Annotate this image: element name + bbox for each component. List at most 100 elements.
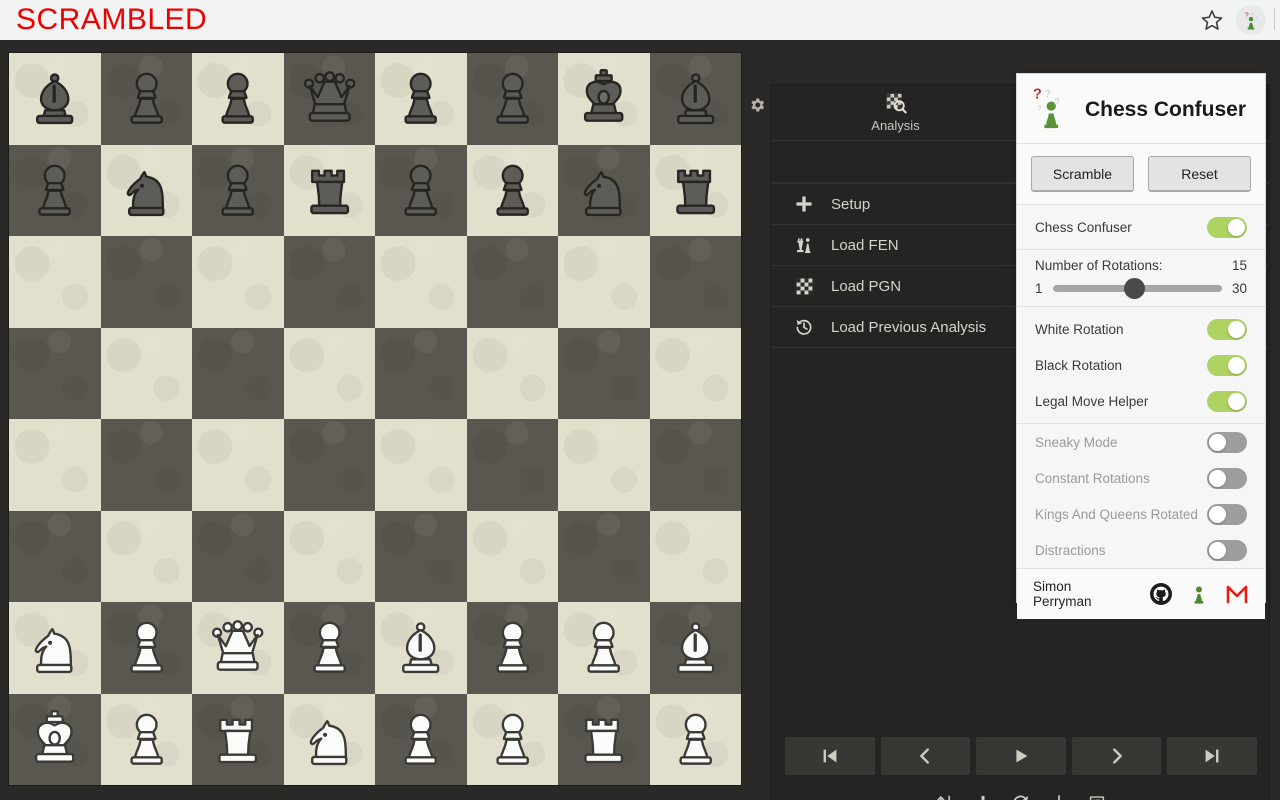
board-square-white-queen[interactable] <box>192 602 284 694</box>
option-label: Distractions <box>1035 542 1106 558</box>
toggle-distractions[interactable] <box>1207 539 1247 561</box>
board-square-empty[interactable] <box>283 236 375 328</box>
board-square-empty[interactable] <box>466 510 558 602</box>
board-square-empty[interactable] <box>283 419 375 511</box>
board-square-black-bishop[interactable] <box>649 53 741 145</box>
tab-analysis[interactable]: Analysis <box>771 85 1020 141</box>
chess-board[interactable] <box>8 52 742 786</box>
board-square-white-knight[interactable] <box>283 693 375 785</box>
board-square-white-rook[interactable] <box>192 693 284 785</box>
board-square-empty[interactable] <box>558 327 650 419</box>
screen: SCRAMBLED ? ? ? Analysis Setup Load FEN … <box>0 0 1280 800</box>
chess-pawn-icon[interactable] <box>1187 582 1211 606</box>
toggle-sneaky-mode[interactable] <box>1207 431 1247 453</box>
board-square-empty[interactable] <box>283 510 375 602</box>
board-square-black-pawn[interactable] <box>375 53 467 145</box>
board-square-empty[interactable] <box>375 327 467 419</box>
board-square-white-knight[interactable] <box>9 602 101 694</box>
board-square-black-pawn[interactable] <box>100 53 192 145</box>
board-square-empty[interactable] <box>649 236 741 328</box>
board-square-black-pawn[interactable] <box>192 53 284 145</box>
play-button[interactable] <box>976 737 1066 775</box>
board-square-white-pawn[interactable] <box>558 602 650 694</box>
board-square-empty[interactable] <box>100 327 192 419</box>
board-square-white-bishop[interactable] <box>649 602 741 694</box>
computer-vs-icon[interactable]: VS <box>1087 793 1107 800</box>
star-icon[interactable] <box>1200 8 1224 32</box>
board-square-black-pawn[interactable] <box>192 144 284 236</box>
board-square-empty[interactable] <box>9 327 101 419</box>
board-square-black-rook[interactable] <box>649 144 741 236</box>
board-square-black-pawn[interactable] <box>466 144 558 236</box>
last-move-button[interactable] <box>1167 737 1257 775</box>
toggle-black-rotation[interactable] <box>1207 354 1247 376</box>
toggle-white-rotation[interactable] <box>1207 318 1247 340</box>
swap-arrows-icon[interactable] <box>935 793 955 800</box>
extension-toolbar-button[interactable]: ? ? ? <box>1236 5 1266 35</box>
board-square-black-pawn[interactable] <box>9 144 101 236</box>
board-square-white-pawn[interactable] <box>100 602 192 694</box>
board-square-empty[interactable] <box>100 419 192 511</box>
board-square-white-king[interactable] <box>9 693 101 785</box>
board-square-white-pawn[interactable] <box>466 693 558 785</box>
board-square-white-pawn[interactable] <box>283 602 375 694</box>
board-square-empty[interactable] <box>649 419 741 511</box>
first-move-button[interactable] <box>785 737 875 775</box>
board-square-empty[interactable] <box>192 236 284 328</box>
toggle-kings-and-queens-rotated[interactable] <box>1207 503 1247 525</box>
board-square-empty[interactable] <box>192 327 284 419</box>
board-square-empty[interactable] <box>649 327 741 419</box>
board-square-black-pawn[interactable] <box>466 53 558 145</box>
board-square-white-pawn[interactable] <box>649 693 741 785</box>
plus-icon[interactable] <box>973 793 993 800</box>
board-square-empty[interactable] <box>375 236 467 328</box>
board-grid[interactable] <box>8 52 742 786</box>
option-row-white-rotation: White Rotation <box>1017 311 1265 347</box>
previous-move-button[interactable] <box>880 737 971 775</box>
board-square-empty[interactable] <box>192 419 284 511</box>
board-square-empty[interactable] <box>558 510 650 602</box>
board-square-white-pawn[interactable] <box>375 693 467 785</box>
slider-thumb[interactable] <box>1123 278 1145 299</box>
board-square-empty[interactable] <box>466 419 558 511</box>
board-square-white-pawn[interactable] <box>466 602 558 694</box>
board-square-black-knight[interactable] <box>558 144 650 236</box>
board-square-empty[interactable] <box>283 327 375 419</box>
board-square-black-king[interactable] <box>558 53 650 145</box>
download-icon[interactable] <box>1049 793 1069 800</box>
board-square-black-bishop[interactable] <box>9 53 101 145</box>
rotations-slider[interactable] <box>1052 278 1222 299</box>
github-icon[interactable] <box>1149 582 1173 606</box>
board-square-empty[interactable] <box>649 510 741 602</box>
option-label: Constant Rotations <box>1035 470 1150 486</box>
board-square-empty[interactable] <box>100 236 192 328</box>
toggle-constant-rotations[interactable] <box>1207 467 1247 489</box>
board-square-white-rook[interactable] <box>558 693 650 785</box>
board-square-empty[interactable] <box>9 236 101 328</box>
board-square-empty[interactable] <box>9 510 101 602</box>
board-square-black-queen[interactable] <box>283 53 375 145</box>
reset-button[interactable]: Reset <box>1148 156 1251 192</box>
board-square-black-knight[interactable] <box>100 144 192 236</box>
board-square-empty[interactable] <box>558 419 650 511</box>
toggle-legal-move-helper[interactable] <box>1207 390 1247 412</box>
board-square-empty[interactable] <box>466 327 558 419</box>
board-square-empty[interactable] <box>9 419 101 511</box>
gear-icon[interactable] <box>748 96 766 114</box>
board-square-black-pawn[interactable] <box>375 144 467 236</box>
refresh-icon[interactable] <box>1011 793 1031 800</box>
gmail-icon[interactable] <box>1225 582 1249 606</box>
board-square-empty[interactable] <box>558 236 650 328</box>
next-move-button[interactable] <box>1071 737 1162 775</box>
board-square-black-rook[interactable] <box>283 144 375 236</box>
board-square-white-bishop[interactable] <box>375 602 467 694</box>
board-square-empty[interactable] <box>375 419 467 511</box>
scramble-button[interactable]: Scramble <box>1031 156 1134 192</box>
board-square-empty[interactable] <box>100 510 192 602</box>
board-square-empty[interactable] <box>466 236 558 328</box>
board-square-empty[interactable] <box>192 510 284 602</box>
board-square-white-pawn[interactable] <box>100 693 192 785</box>
chess-confuser-toggle[interactable] <box>1207 216 1247 238</box>
rotations-section: Number of Rotations: 15 1 30 <box>1017 250 1265 307</box>
board-square-empty[interactable] <box>375 510 467 602</box>
